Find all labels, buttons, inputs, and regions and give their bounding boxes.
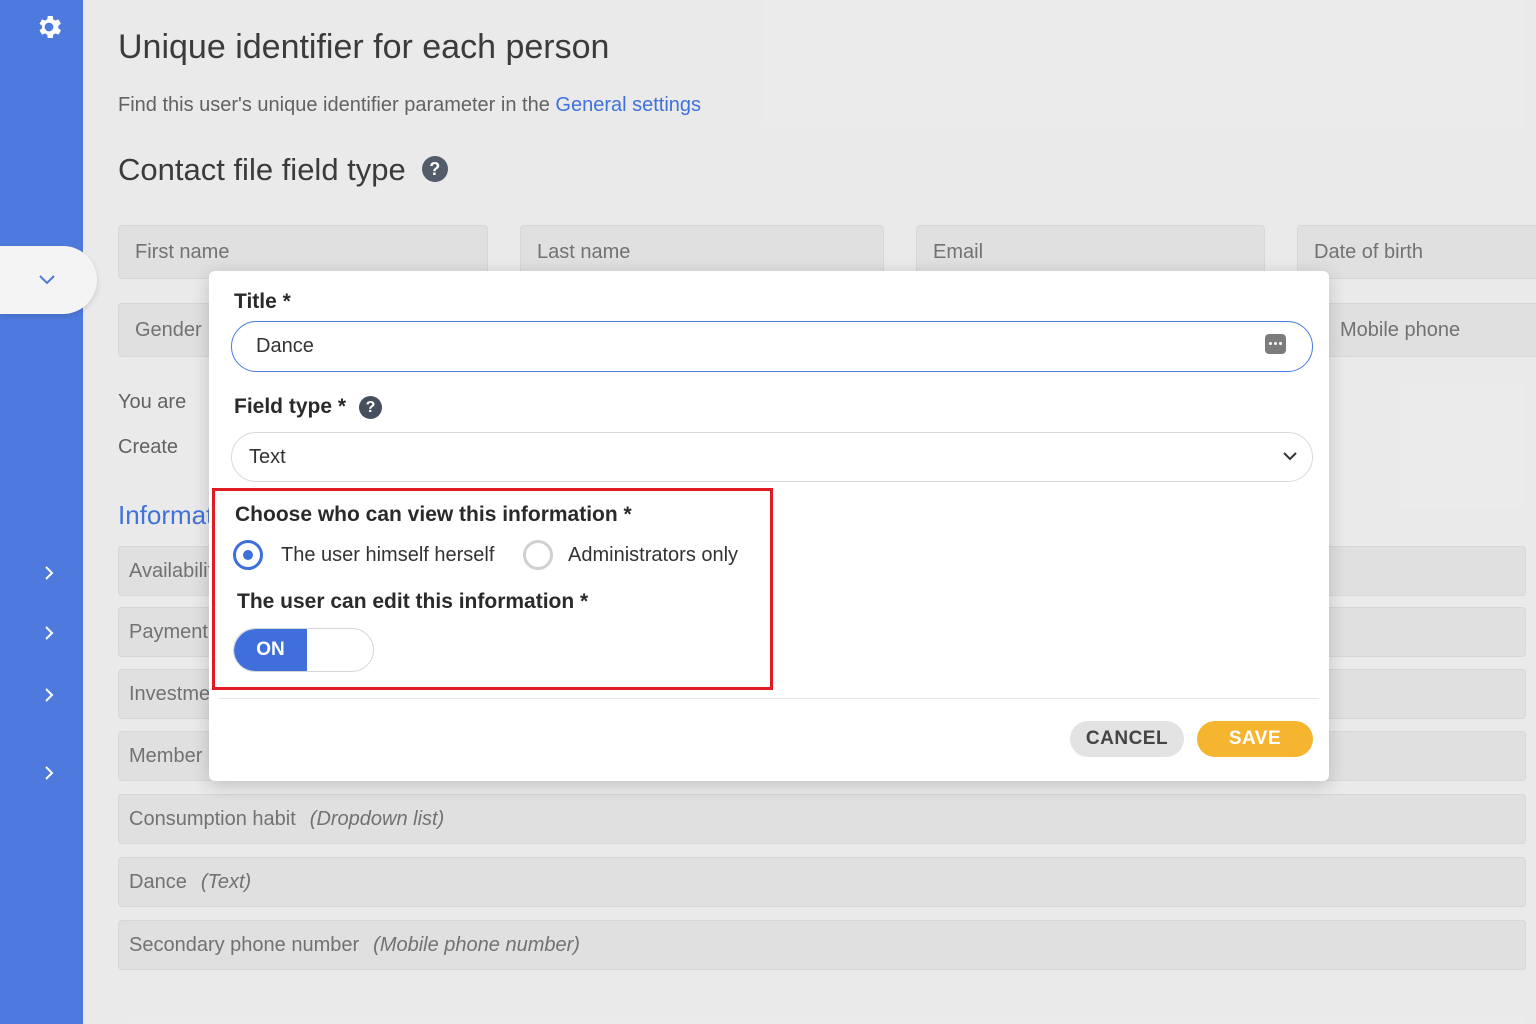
radio-user-himself[interactable]: [233, 540, 263, 570]
help-icon[interactable]: ?: [359, 396, 382, 419]
title-input[interactable]: [231, 321, 1313, 372]
divider: [219, 698, 1319, 699]
info-row-type: (Dropdown list): [309, 808, 445, 830]
field-type-value: Text: [249, 446, 286, 468]
info-row-name: Dance: [129, 871, 187, 893]
view-permission-label: Choose who can view this information *: [235, 503, 632, 526]
sidebar-collapse-tab[interactable]: [0, 246, 97, 314]
cancel-button[interactable]: CANCEL: [1070, 721, 1184, 757]
you-are-text: You are: [118, 391, 187, 413]
help-icon[interactable]: ?: [421, 155, 448, 182]
information-heading: Informat: [118, 500, 214, 530]
save-button[interactable]: SAVE: [1197, 721, 1313, 757]
create-text: Create: [118, 436, 179, 458]
chevron-down-icon: [1283, 452, 1297, 461]
intro-text: Find this user's unique identifier param…: [118, 94, 701, 117]
info-row-name: Availabilit: [129, 560, 214, 582]
page-title: Unique identifier for each person: [118, 28, 610, 66]
section-title-text: Contact file field type: [118, 152, 406, 187]
toggle-on-label: ON: [234, 629, 307, 671]
sidebar: [0, 0, 83, 1024]
chevron-right-icon[interactable]: [40, 564, 58, 582]
info-row-name: Payment r: [129, 621, 221, 643]
chevron-right-icon[interactable]: [40, 624, 58, 642]
section-title: Contact file field type?: [118, 152, 448, 188]
field-type-select[interactable]: Text: [231, 432, 1313, 482]
chevron-right-icon[interactable]: [40, 686, 58, 704]
info-row-name: Investmer: [129, 683, 217, 705]
field-chip-date-of-birth[interactable]: Date of birth: [1297, 225, 1536, 279]
keyboard-icon[interactable]: [1265, 334, 1286, 354]
info-row[interactable]: Secondary phone number (Mobile phone numb…: [118, 920, 1526, 970]
info-row[interactable]: Dance (Text): [118, 857, 1526, 907]
info-row[interactable]: Consumption habit (Dropdown list): [118, 794, 1526, 844]
title-label: Title *: [234, 290, 291, 313]
gear-icon[interactable]: [34, 12, 64, 42]
intro-text-body: Find this user's unique identifier param…: [118, 94, 556, 116]
edit-permission-label: The user can edit this information *: [237, 590, 589, 613]
info-row-type: (Mobile phone number): [373, 934, 580, 956]
radio-administrators-only-label[interactable]: Administrators only: [568, 544, 738, 567]
edit-field-dialog: Title * Field type * ? Text Choose who c…: [209, 271, 1329, 781]
radio-user-himself-label[interactable]: The user himself herself: [281, 544, 494, 567]
edit-permission-toggle[interactable]: ON: [233, 628, 374, 672]
chevron-right-icon[interactable]: [40, 764, 58, 782]
radio-administrators-only[interactable]: [523, 540, 553, 570]
info-row-name: Secondary phone number: [129, 934, 360, 956]
info-row-name: Member r: [129, 745, 215, 767]
general-settings-link[interactable]: General settings: [555, 94, 701, 116]
info-row-name: Consumption habit: [129, 808, 296, 830]
field-chip-mobile-phone[interactable]: Mobile phone: [1323, 303, 1536, 357]
info-row-type: (Text): [200, 871, 252, 893]
chevron-down-icon: [39, 275, 55, 285]
field-type-label: Field type *: [234, 395, 347, 418]
